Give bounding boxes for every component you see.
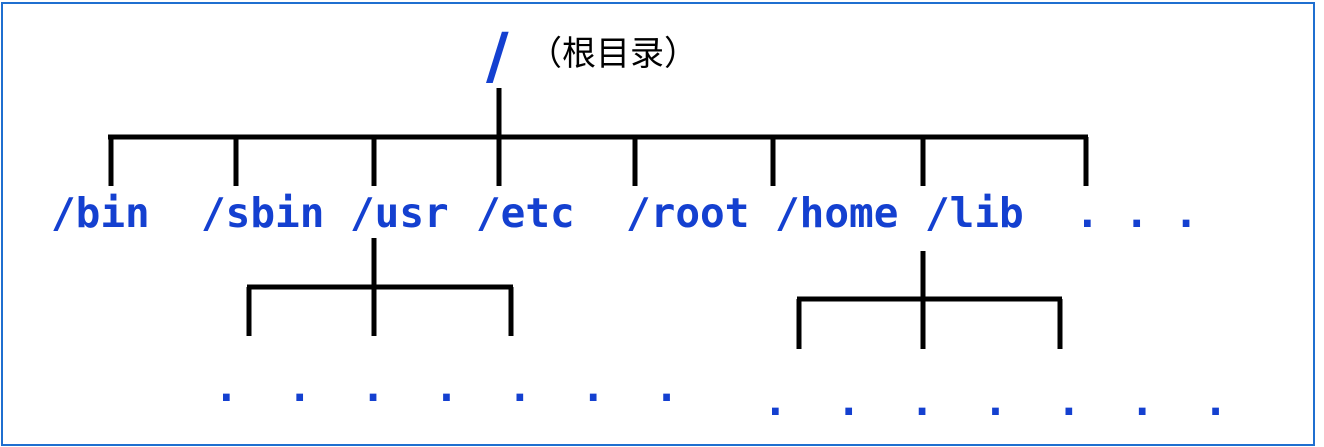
dir-label-more: . . .: [1075, 189, 1199, 237]
dir-label-root: /root: [626, 189, 750, 237]
dir-label-home: /home: [775, 189, 899, 237]
dir-label-usr: /usr: [350, 189, 449, 237]
root-directory-symbol: /: [486, 19, 509, 92]
usr-children-ellipsis: . . . . . . .: [214, 363, 691, 411]
dir-label-bin: /bin: [51, 189, 150, 237]
dir-label-etc: /etc: [476, 189, 575, 237]
dir-label-sbin: /sbin: [201, 189, 325, 237]
lib-children-ellipsis: . . . . . . .: [763, 377, 1240, 425]
dir-label-lib: /lib: [925, 189, 1024, 237]
root-directory-caption: （根目录）: [528, 34, 698, 74]
